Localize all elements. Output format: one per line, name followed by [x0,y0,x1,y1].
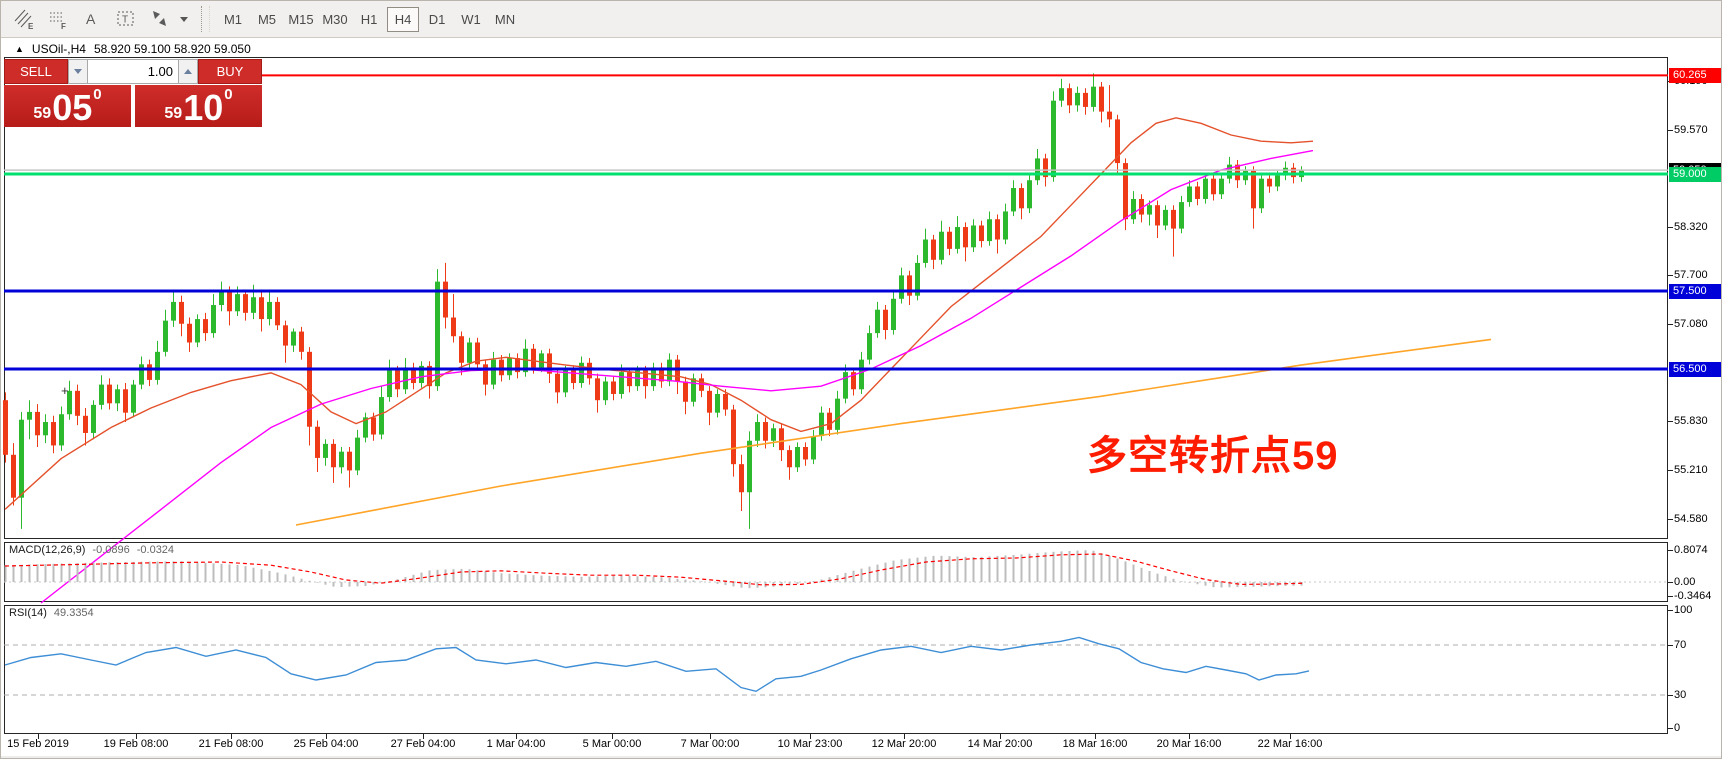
time-axis-label: 12 Mar 20:00 [872,738,937,750]
scale-tick [1668,550,1673,551]
time-axis-label: 25 Feb 04:00 [294,738,359,750]
time-axis-label: 7 Mar 00:00 [681,738,740,750]
buy-price-point: 0 [224,87,232,102]
rsi-panel[interactable] [4,605,1668,734]
macd-signal-value: -0.0324 [137,544,174,556]
rsi-indicator-label: RSI(14) 49.3354 [9,607,94,619]
spinner-up-icon [184,69,192,74]
macd-main-value: -0.0896 [92,544,129,556]
rsi-scale-label: 30 [1674,689,1686,701]
macd-panel[interactable] [4,542,1668,602]
time-axis-label: 15 Feb 2019 [7,738,69,750]
price-tick-label: 59.570 [1674,124,1708,136]
time-axis-label: 21 Feb 08:00 [199,738,264,750]
chart-annotation-text: 多空转折点59 [1087,423,1339,481]
one-click-trading-panel: SELL 1.00 BUY 59 05 0 59 10 0 [4,59,262,127]
scale-tick [1668,324,1673,325]
price-badge: 59.000 [1669,167,1721,182]
buy-price-pips: 10 [183,92,223,124]
buy-price-int: 59 [164,104,182,124]
rsi-value: 49.3354 [54,607,94,619]
scale-tick [1668,610,1673,611]
price-tick-label: 55.210 [1674,464,1708,476]
scale-tick [1668,582,1673,583]
volume-input[interactable]: 1.00 [88,59,178,84]
macd-scale-label: -0.3464 [1674,590,1711,602]
scale-tick [1668,519,1673,520]
trading-app-window: EFAT M1M5M15M30H1H4D1W1MN ▲ USOil-,H4 58… [0,0,1722,759]
object-anchor-icon: + [61,383,69,398]
sell-price-int: 59 [33,104,51,124]
time-axis-label: 1 Mar 04:00 [487,738,546,750]
volume-decrease-button[interactable] [68,59,88,84]
scale-tick [1668,645,1673,646]
time-axis-label: 27 Feb 04:00 [391,738,456,750]
scale-tick [1668,728,1673,729]
scale-tick [1668,130,1673,131]
scale-tick [1668,695,1673,696]
price-badge: 57.500 [1669,284,1721,299]
scale-tick [1668,470,1673,471]
scale-tick [1668,421,1673,422]
sell-button[interactable]: SELL [4,59,68,84]
price-badge: 60.265 [1669,68,1721,83]
spinner-down-icon [74,69,82,74]
macd-scale-label: 0.00 [1674,576,1695,588]
main-chart-panel[interactable] [4,57,1668,539]
time-axis-label: 14 Mar 20:00 [968,738,1033,750]
macd-indicator-label: MACD(12,26,9) -0.0896 -0.0324 [9,544,174,556]
price-tick-label: 57.080 [1674,318,1708,330]
price-tick-label: 58.320 [1674,221,1708,233]
scale-tick [1668,596,1673,597]
time-axis-label: 10 Mar 23:00 [778,738,843,750]
sell-price-tile[interactable]: 59 05 0 [4,85,131,127]
volume-increase-button[interactable] [178,59,198,84]
rsi-scale-label: 70 [1674,639,1686,651]
time-axis-label: 22 Mar 16:00 [1258,738,1323,750]
sell-price-point: 0 [93,87,101,102]
price-tick-label: 57.700 [1674,269,1708,281]
time-axis-label: 18 Mar 16:00 [1063,738,1128,750]
time-axis-label: 20 Mar 16:00 [1157,738,1222,750]
price-tick-label: 55.830 [1674,415,1708,427]
price-tick-label: 54.580 [1674,513,1708,525]
buy-price-tile[interactable]: 59 10 0 [135,85,262,127]
buy-button[interactable]: BUY [198,59,262,84]
rsi-scale-label: 0 [1674,722,1680,734]
macd-scale-label: 0.8074 [1674,544,1708,556]
scale-tick [1668,227,1673,228]
time-axis-label: 5 Mar 00:00 [583,738,642,750]
scale-tick [1668,275,1673,276]
time-axis-label: 19 Feb 08:00 [104,738,169,750]
rsi-scale-label: 100 [1674,604,1692,616]
sell-price-pips: 05 [52,92,92,124]
price-badge: 56.500 [1669,362,1721,377]
